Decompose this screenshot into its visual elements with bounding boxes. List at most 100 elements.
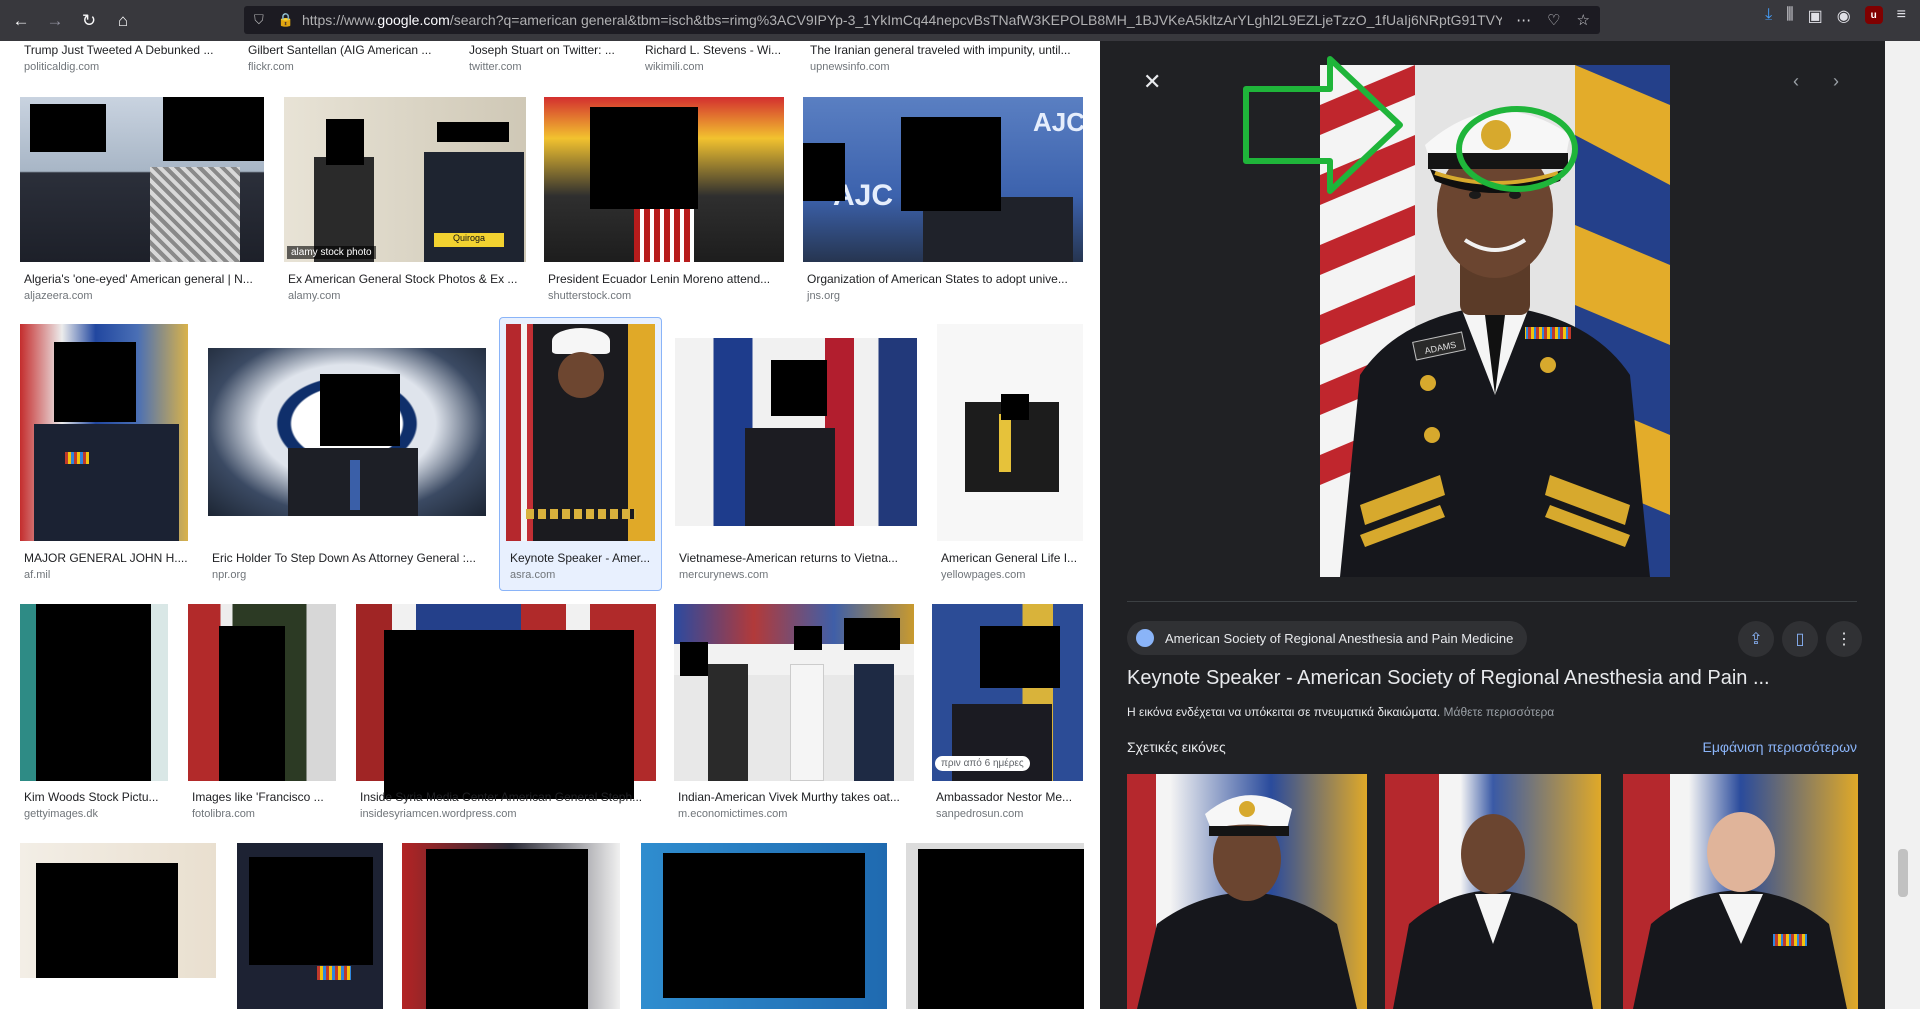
result-caption: Images like 'Francisco ...: [192, 790, 324, 804]
home-icon[interactable]: ⌂: [108, 6, 138, 36]
result-tile[interactable]: AJC AJC Organization of American States …: [803, 97, 1083, 307]
annotation-overlay: [1243, 56, 1578, 194]
menu-icon[interactable]: ≡: [1897, 6, 1906, 26]
preview-title[interactable]: Keynote Speaker - American Society of Re…: [1127, 667, 1867, 690]
reload-icon[interactable]: ↻: [74, 6, 104, 36]
result-caption: MAJOR GENERAL JOHN H....: [24, 551, 188, 565]
more-vert-icon[interactable]: ⋮: [1826, 621, 1862, 657]
see-more-link[interactable]: Εμφάνιση περισσότερων: [1702, 739, 1857, 755]
result-tile[interactable]: Vietnamese-American returns to Vietna...…: [675, 324, 917, 584]
result-tile[interactable]: Richard L. Stevens - Wi... wikimili.com: [645, 41, 790, 81]
result-thumbnail[interactable]: [188, 604, 336, 781]
result-tile-selected[interactable]: Keynote Speaker - Amer... asra.com: [506, 324, 655, 584]
related-image[interactable]: [1385, 774, 1601, 1009]
forward-icon[interactable]: →: [40, 6, 70, 36]
result-tile[interactable]: The Iranian general traveled with impuni…: [810, 41, 1080, 81]
bookmark-star-icon[interactable]: ☆: [1577, 11, 1590, 29]
divider: [1127, 601, 1857, 602]
result-thumbnail[interactable]: Quiroga alamy stock photo: [284, 97, 526, 262]
result-thumbnail[interactable]: [544, 97, 784, 262]
download-icon[interactable]: ⤓: [1765, 6, 1772, 26]
result-thumbnail[interactable]: [402, 843, 620, 1009]
result-caption: American General Life I...: [941, 551, 1078, 565]
redaction-box: [30, 104, 106, 152]
page-scrollbar[interactable]: [1885, 41, 1920, 1009]
result-tile[interactable]: Kim Woods Stock Pictu... gettyimages.dk: [20, 604, 168, 824]
result-domain: fotolibra.com: [192, 808, 255, 820]
result-tile[interactable]: [906, 843, 1084, 1009]
redaction-box: [980, 626, 1060, 688]
result-thumbnail[interactable]: [937, 324, 1083, 541]
result-domain: aljazeera.com: [24, 290, 93, 302]
source-chip[interactable]: American Society of Regional Anesthesia …: [1127, 621, 1528, 655]
ublock-icon[interactable]: u: [1864, 6, 1883, 24]
result-tile[interactable]: [20, 843, 216, 978]
result-tile[interactable]: [402, 843, 620, 1009]
address-bar[interactable]: ⛉ 🔒 https://www.google.com/search?q=amer…: [244, 6, 1600, 34]
result-tile[interactable]: Algeria's 'one-eyed' American general | …: [20, 97, 264, 307]
sidebar-icon[interactable]: ▣: [1808, 6, 1823, 26]
result-tile[interactable]: American General Life I... yellowpages.c…: [937, 324, 1083, 584]
result-domain: politicaldig.com: [24, 61, 100, 73]
result-domain: wikimili.com: [645, 61, 704, 73]
result-thumbnail[interactable]: [208, 348, 486, 516]
result-tile[interactable]: President Ecuador Lenin Moreno attend...…: [544, 97, 784, 307]
watermark-label: alamy stock photo: [287, 246, 376, 259]
lock-icon[interactable]: 🔒: [278, 12, 294, 28]
result-tile[interactable]: Quiroga alamy stock photo Ex American Ge…: [284, 97, 526, 307]
related-image[interactable]: [1127, 774, 1367, 1009]
result-thumbnail[interactable]: [20, 324, 188, 541]
pocket-icon[interactable]: ♡: [1547, 11, 1560, 29]
chevron-right-icon[interactable]: ›: [1833, 71, 1839, 92]
result-tile[interactable]: Gilbert Santellan (AIG American ... flic…: [248, 41, 448, 81]
result-thumbnail[interactable]: [675, 338, 917, 526]
result-thumbnail[interactable]: [20, 97, 264, 262]
scrollbar-thumb[interactable]: [1898, 849, 1908, 897]
result-domain: insidesyriamcen.wordpress.com: [360, 808, 517, 820]
result-caption: Richard L. Stevens - Wi...: [645, 43, 782, 57]
redaction-box: [36, 604, 151, 781]
result-tile[interactable]: [20, 324, 188, 554]
result-tile[interactable]: Eric Holder To Step Down As Attorney Gen…: [208, 324, 486, 581]
result-thumbnail[interactable]: [641, 843, 887, 1009]
related-image[interactable]: [1623, 774, 1858, 1009]
close-icon[interactable]: ✕: [1143, 69, 1161, 95]
chevron-left-icon[interactable]: ‹: [1793, 71, 1799, 92]
url-text[interactable]: https://www.google.com/search?q=american…: [302, 12, 1502, 28]
annotation-arrow: [1243, 56, 1403, 194]
result-thumbnail[interactable]: [356, 604, 656, 781]
result-domain: asra.com: [510, 569, 556, 581]
back-icon[interactable]: ←: [6, 6, 36, 36]
result-tile[interactable]: Inside Syria Media Center American Gener…: [356, 604, 656, 824]
result-thumbnail[interactable]: πριν από 6 ημέρες: [932, 604, 1083, 781]
share-icon[interactable]: ⇪: [1738, 621, 1774, 657]
result-thumbnail[interactable]: [906, 843, 1084, 1009]
account-icon[interactable]: ◉: [1837, 6, 1851, 26]
result-tile[interactable]: Images like 'Francisco ... fotolibra.com: [188, 604, 336, 824]
result-caption: Gilbert Santellan (AIG American ...: [248, 43, 432, 57]
result-thumbnail[interactable]: [237, 843, 383, 1009]
result-thumbnail[interactable]: [506, 324, 655, 541]
result-thumbnail[interactable]: AJC AJC: [803, 97, 1083, 262]
result-domain: af.mil: [24, 569, 51, 581]
result-tile[interactable]: [641, 843, 887, 1009]
result-thumbnail[interactable]: [674, 604, 914, 781]
related-portrait: [1393, 814, 1593, 1009]
learn-more-link[interactable]: Μάθετε περισσότερα: [1444, 705, 1555, 719]
bookmark-icon[interactable]: ▯: [1782, 621, 1818, 657]
result-tile[interactable]: Joseph Stuart on Twitter: ... twitter.co…: [469, 41, 639, 81]
result-tile[interactable]: Trump Just Tweeted A Debunked ... politi…: [24, 41, 224, 81]
page-actions-icon[interactable]: ⋯: [1516, 11, 1531, 29]
result-caption: Organization of American States to adopt…: [807, 272, 1068, 286]
result-thumbnail[interactable]: [20, 604, 168, 781]
result-domain: jns.org: [807, 290, 841, 302]
result-thumbnail[interactable]: [20, 843, 216, 978]
redaction-box: [590, 107, 698, 209]
library-icon[interactable]: ⫼: [1786, 6, 1793, 26]
result-domain: twitter.com: [469, 61, 522, 73]
result-caption: Algeria's 'one-eyed' American general | …: [24, 272, 253, 286]
result-tile[interactable]: πριν από 6 ημέρες Ambassador Nestor Me..…: [932, 604, 1083, 824]
result-tile[interactable]: Indian-American Vivek Murthy takes oat..…: [674, 604, 914, 824]
tracking-shield-icon[interactable]: ⛉: [254, 12, 264, 28]
result-tile[interactable]: [237, 843, 383, 1009]
